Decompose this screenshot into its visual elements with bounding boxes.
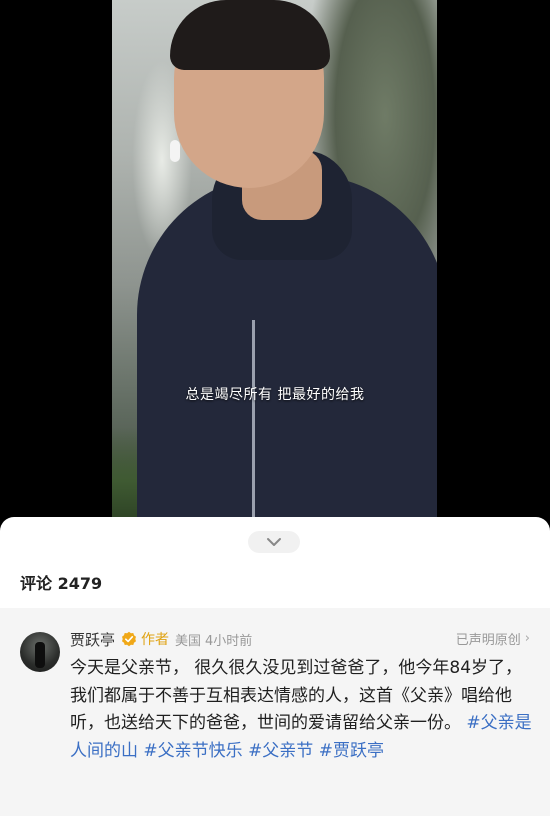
hashtag-link[interactable]: #父亲节快乐: [143, 741, 242, 761]
comment-author-row: 贾跃亭 作者 美国 4小时前: [70, 628, 256, 650]
video-player[interactable]: 总是竭尽所有 把最好的给我: [0, 0, 550, 517]
video-frame: [112, 0, 437, 517]
comment-location: 美国: [175, 633, 202, 649]
jacket-zipper: [252, 320, 255, 517]
earbud: [170, 140, 180, 162]
verified-badge-icon: [122, 631, 137, 647]
avatar[interactable]: [20, 632, 60, 672]
chevron-right-icon: ›: [524, 631, 530, 646]
hashtag-link[interactable]: #贾跃亭: [319, 741, 384, 761]
comments-header: 评论 2479: [20, 570, 102, 594]
video-subtitle: 总是竭尽所有 把最好的给我: [185, 387, 365, 403]
comments-sheet: 评论 2479 贾跃亭 作者 美国 4小时前 已声明原创 › 今天是父亲节， 很…: [0, 517, 550, 816]
comment-time: 4小时前: [205, 633, 253, 649]
author-name[interactable]: 贾跃亭: [70, 629, 115, 650]
comments-label: 评论: [20, 574, 53, 593]
collapse-button[interactable]: [248, 531, 300, 553]
comment-body: 今天是父亲节， 很久很久没见到过爸爸了，他今年84岁了，我们都属于不善于互相表达…: [70, 658, 523, 733]
author-tag: 作者: [141, 632, 170, 648]
hashtag-link[interactable]: #父亲节: [248, 741, 313, 761]
avatar-figure: [35, 642, 45, 668]
comments-count: 2479: [57, 574, 103, 593]
comment-text: 今天是父亲节， 很久很久没见到过爸爸了，他今年84岁了，我们都属于不善于互相表达…: [70, 655, 532, 765]
comment-item[interactable]: 贾跃亭 作者 美国 4小时前 已声明原创 › 今天是父亲节， 很久很久没见到过爸…: [0, 608, 550, 816]
original-declared[interactable]: 已声明原创 ›: [456, 629, 530, 648]
person-hair: [170, 0, 330, 70]
chevron-down-icon: [267, 538, 281, 546]
original-declared-label: 已声明原创: [455, 633, 521, 648]
